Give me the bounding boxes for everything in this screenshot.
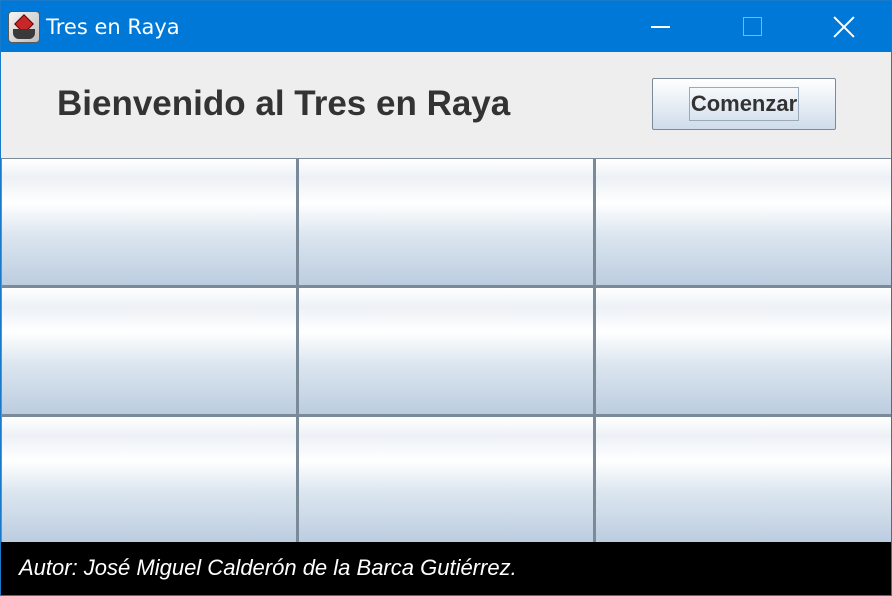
author-credit: Autor: José Miguel Calderón de la Barca … <box>19 555 517 580</box>
header-panel: Bienvenido al Tres en Raya Comenzar <box>1 52 891 158</box>
minimize-icon <box>650 25 670 28</box>
board-cell-1-1[interactable] <box>2 159 296 285</box>
board-cell-1-2[interactable] <box>299 159 593 285</box>
maximize-icon <box>742 17 762 36</box>
app-window: Tres en Raya Bienvenido al Tres en Raya … <box>0 0 892 596</box>
board-cell-2-1[interactable] <box>2 288 296 414</box>
maximize-button[interactable] <box>706 1 798 52</box>
java-app-icon[interactable] <box>8 11 40 43</box>
close-button[interactable] <box>798 1 890 52</box>
start-button-label: Comenzar <box>688 87 800 121</box>
minimize-button[interactable] <box>614 1 706 52</box>
welcome-heading: Bienvenido al Tres en Raya <box>57 84 511 123</box>
footer-bar: Autor: José Miguel Calderón de la Barca … <box>1 542 891 595</box>
title-bar[interactable]: Tres en Raya <box>1 1 891 52</box>
game-board <box>1 158 891 542</box>
close-icon <box>833 16 855 38</box>
start-button[interactable]: Comenzar <box>652 78 836 130</box>
board-cell-3-3[interactable] <box>596 417 891 542</box>
board-cell-3-1[interactable] <box>2 417 296 542</box>
board-cell-2-3[interactable] <box>596 288 891 414</box>
board-cell-2-2[interactable] <box>299 288 593 414</box>
window-title: Tres en Raya <box>46 15 180 39</box>
board-cell-3-2[interactable] <box>299 417 593 542</box>
app-icon-cup <box>13 29 35 39</box>
board-cell-1-3[interactable] <box>596 159 891 285</box>
